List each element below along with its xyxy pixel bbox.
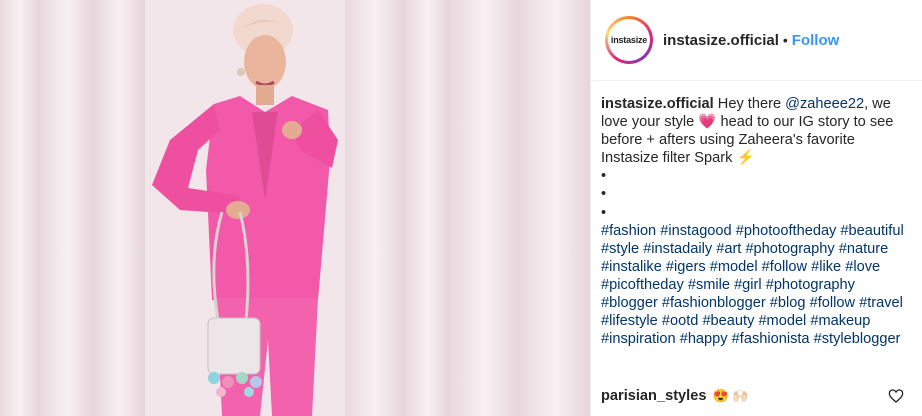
post-photo[interactable]: [0, 0, 590, 416]
post-caption: instasize.official Hey there @zaheee22, …: [591, 81, 909, 348]
hashtag-link[interactable]: #style: [601, 241, 639, 257]
hashtag-link[interactable]: #ootd: [662, 313, 699, 329]
woman-in-pink-suit: [152, 4, 338, 416]
header-separator: •: [782, 32, 788, 48]
hashtag-link[interactable]: #travel: [859, 295, 903, 311]
hashtag-link[interactable]: #photography: [745, 241, 834, 257]
hashtag-link[interactable]: #blog: [770, 295, 806, 311]
hashtag-link[interactable]: #art: [716, 241, 741, 257]
like-heart-icon[interactable]: [888, 388, 904, 404]
hashtag-link[interactable]: #follow: [762, 259, 807, 275]
hashtag-link[interactable]: #beautiful: [840, 223, 903, 239]
hashtag-link[interactable]: #nature: [839, 241, 889, 257]
hashtag-link[interactable]: #girl: [734, 277, 762, 293]
hashtag-link[interactable]: #like: [811, 259, 841, 275]
header-username[interactable]: instasize.official: [663, 32, 779, 49]
comment-row: parisian_styles 😍 🙌🏻: [601, 388, 912, 404]
avatar-logo: instasize: [608, 19, 650, 61]
caption-bullet: •: [601, 186, 607, 203]
hashtag-link[interactable]: #follow: [810, 295, 855, 311]
instagram-post: instasize instasize.official • Follow in…: [0, 0, 922, 416]
caption-bullet: •: [601, 204, 607, 221]
hashtag-link[interactable]: #photooftheday: [736, 223, 837, 239]
caption-text-start: Hey there: [717, 96, 782, 112]
hashtag-link[interactable]: #model: [710, 259, 758, 275]
hashtag-link[interactable]: #instagood: [660, 223, 731, 239]
hashtag-link[interactable]: #happy: [680, 331, 728, 347]
hashtag-link[interactable]: #blogger: [601, 295, 658, 311]
hashtag-link[interactable]: #fashion: [601, 223, 656, 239]
comment-username[interactable]: parisian_styles: [601, 388, 706, 404]
hashtag-link[interactable]: #fashionblogger: [662, 295, 766, 311]
hashtag-link[interactable]: #picoftheday: [601, 277, 684, 293]
hashtag-link[interactable]: #photography: [766, 277, 855, 293]
hashtag-link[interactable]: #styleblogger: [814, 331, 901, 347]
hashtag-link[interactable]: #inspiration: [601, 331, 676, 347]
avatar[interactable]: instasize: [605, 16, 653, 64]
hashtag-link[interactable]: #beauty: [702, 313, 754, 329]
caption-bullet: •: [601, 168, 607, 185]
follow-button[interactable]: Follow: [792, 32, 840, 49]
comment-text: 😍 🙌🏻: [712, 388, 749, 403]
hashtag-link[interactable]: #instalike: [601, 259, 662, 275]
hashtag-link[interactable]: #model: [758, 313, 806, 329]
hashtag-link[interactable]: #fashionista: [732, 331, 810, 347]
hashtag-link[interactable]: #instadaily: [643, 241, 712, 257]
caption-username[interactable]: instasize.official: [601, 96, 714, 112]
hashtag-link[interactable]: #love: [845, 259, 880, 275]
post-sidebar: instasize instasize.official • Follow in…: [590, 0, 922, 416]
hashtag-link[interactable]: #lifestyle: [601, 313, 658, 329]
hashtag-link[interactable]: #makeup: [810, 313, 870, 329]
hashtag-link[interactable]: #smile: [688, 277, 730, 293]
hashtag-link[interactable]: #igers: [666, 259, 706, 275]
hashtag-list: #fashion #instagood #photooftheday #beau…: [601, 222, 909, 349]
caption-mention[interactable]: @zaheee22: [785, 96, 864, 112]
post-header: instasize instasize.official • Follow: [591, 0, 922, 81]
